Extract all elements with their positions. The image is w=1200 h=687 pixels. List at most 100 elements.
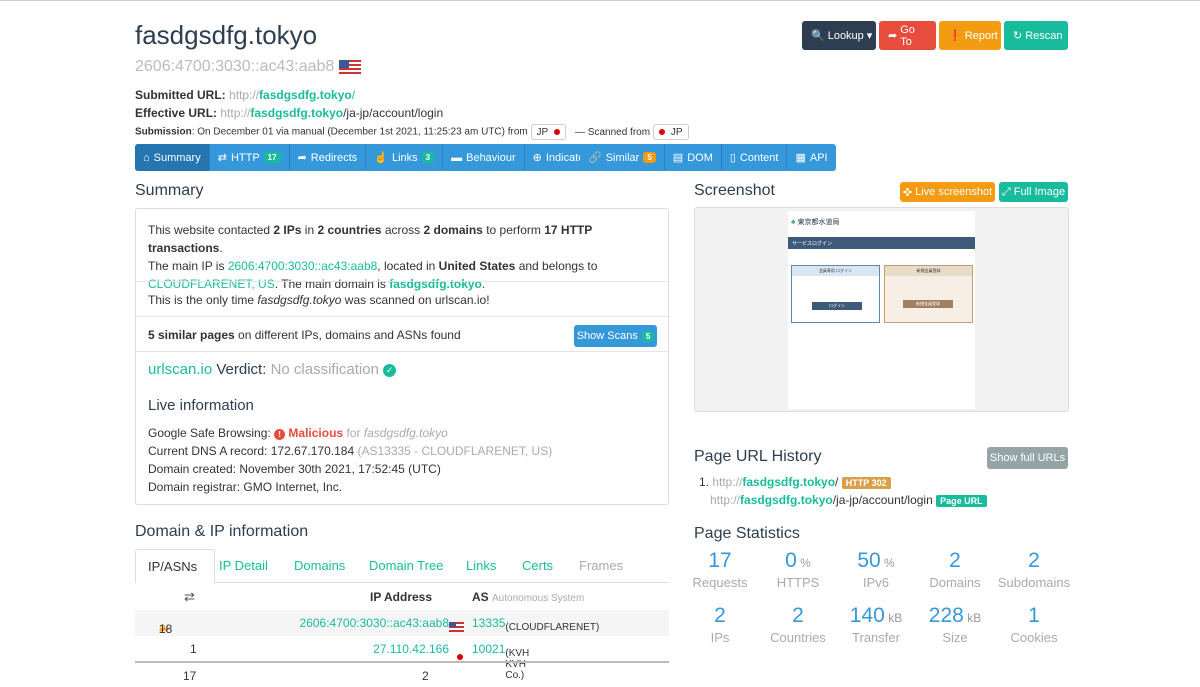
screenshot-title: Screenshot xyxy=(694,182,775,199)
tab-ip-detail[interactable]: IP Detail xyxy=(219,558,268,573)
main-tabs: ⌂ Summary ⇄ HTTP 17 ➦ Redirects ☝ Links 3 ▬ Beh… xyxy=(135,144,602,171)
asn-link[interactable]: CLOUDFLARENET, US xyxy=(148,277,275,291)
col-ip-address: IP Address xyxy=(370,590,433,604)
effective-url: Effective URL: http://fasdgsdfg.tokyo/ja… xyxy=(135,106,444,120)
live-info-title: Live information xyxy=(148,397,254,414)
main-ip: 2606:4700:3030::ac43:aab8 xyxy=(135,58,361,76)
thumbs-up-icon: ☝ xyxy=(374,152,388,164)
refresh-icon: ↻ xyxy=(1013,30,1023,42)
jp-flag-icon xyxy=(554,129,561,135)
main-ip-link[interactable]: 2606:4700:3030::ac43:aab8 xyxy=(228,259,377,273)
tab-redirects[interactable]: ➦ Redirects xyxy=(290,144,367,171)
tab-http[interactable]: ⇄ HTTP 17 xyxy=(210,144,290,171)
exclamation-icon: ❗ xyxy=(948,30,962,42)
table-row: 2 ➦ 18 2606:4700:3030::ac43:aab8 13335 (C… xyxy=(135,610,669,636)
crosshairs-icon: ⊕ xyxy=(532,152,542,164)
scanned-country-chip: JP xyxy=(652,124,689,140)
summary-text: This website contacted 2 IPs in 2 countr… xyxy=(148,223,598,291)
from-country-chip: JP xyxy=(530,124,567,140)
search-icon: 🔍 xyxy=(811,30,825,42)
main-domain-link[interactable]: fasdgsdfg.tokyo xyxy=(389,277,482,291)
live-screenshot-button[interactable]: ✜ Live screenshot xyxy=(900,182,995,202)
exchange-icon: ⇄ xyxy=(184,589,195,604)
goto-button[interactable]: ➦ Go To xyxy=(879,21,936,50)
secondary-tabs: 🔗 Similar 5 ▤ DOM ▯ Content ▦ API xyxy=(580,144,836,171)
file-icon: ▯ xyxy=(729,152,736,164)
share-icon: ➦ xyxy=(297,152,307,164)
as-link[interactable]: 13335 xyxy=(472,616,505,630)
stat-requests: 17 Requests xyxy=(692,549,748,590)
tab-ip-asns[interactable]: IP/ASNs xyxy=(135,549,215,583)
history-title: Page URL History xyxy=(694,448,822,465)
ip-link[interactable]: 2606:4700:3030::ac43:aab8 xyxy=(300,616,449,630)
history-link-1[interactable]: fasdgsdfg.tokyo xyxy=(742,475,835,489)
screenshot-site-title: ♣ 東京都水道局 xyxy=(791,219,840,226)
stat-ipv6: 50 % IPv6 xyxy=(857,549,895,590)
link-icon: 🔗 xyxy=(588,152,602,164)
page-url-badge: Page URL xyxy=(936,495,987,507)
screenshot-image[interactable]: ♣ 東京都水道局 サービスログイン 会員専用 ログイン ログイン 新規会員登録 … xyxy=(694,207,1069,412)
ip-link[interactable]: 27.110.42.166 xyxy=(373,642,449,656)
tab-certs[interactable]: Certs xyxy=(522,558,553,573)
similar-text: 5 similar pages on different IPs, domain… xyxy=(148,328,461,342)
jp-flag-icon xyxy=(456,654,463,660)
crosshairs-icon: ✜ xyxy=(902,186,913,199)
exclamation-circle-icon: ! xyxy=(274,429,286,440)
submission-info: Submission: On December 01 via manual (D… xyxy=(135,124,689,140)
tab-summary[interactable]: ⌂ Summary xyxy=(135,144,210,171)
tab-domain-tree[interactable]: Domain Tree xyxy=(369,558,443,573)
submitted-url: Submitted URL: http://fasdgsdfg.tokyo/ xyxy=(135,88,356,102)
us-flag-icon xyxy=(449,622,464,632)
history-item-2: http://fasdgsdfg.tokyo/ja-jp/account/log… xyxy=(710,493,987,507)
stat-domains: 2 Domains xyxy=(929,549,981,590)
stat-size: 228 kB Size xyxy=(928,604,982,645)
tab-domains[interactable]: Domains xyxy=(294,558,345,573)
stat-countries: 2 Countries xyxy=(770,604,826,645)
screenshot-bar: サービスログイン xyxy=(788,237,975,249)
screenshot-login-box: 会員専用 ログイン ログイン xyxy=(791,265,880,323)
as-link[interactable]: 10021 xyxy=(472,642,505,656)
tab-api[interactable]: ▦ API xyxy=(787,144,835,171)
submitted-url-link[interactable]: fasdgsdfg.tokyo xyxy=(259,88,352,102)
leaf-icon: ♣ xyxy=(791,219,796,226)
summary-panel: This website contacted 2 IPs in 2 countr… xyxy=(135,208,669,505)
report-button[interactable]: ❗ Report xyxy=(939,21,1001,50)
stats-title: Page Statistics xyxy=(694,525,800,542)
show-full-urls-button[interactable]: Show full URLs xyxy=(987,447,1068,469)
tab-frames[interactable]: Frames xyxy=(579,558,623,573)
tab-similar[interactable]: 🔗 Similar 5 xyxy=(580,144,665,171)
screenshot-page: ♣ 東京都水道局 サービスログイン 会員専用 ログイン ログイン 新規会員登録 … xyxy=(788,211,975,409)
stat-https: 0 % HTTPS xyxy=(776,549,820,590)
lookup-button[interactable]: 🔍 Lookup ▾ xyxy=(802,21,876,50)
home-icon: ⌂ xyxy=(143,151,150,164)
tab-links-di[interactable]: Links xyxy=(466,558,496,573)
tab-content[interactable]: ▯ Content xyxy=(722,144,788,171)
tab-behaviour[interactable]: ▬ Behaviour xyxy=(443,144,525,171)
code-icon: ▤ xyxy=(672,152,684,164)
live-info: Google Safe Browsing: ! Malicious for fa… xyxy=(148,426,553,494)
screenshot-register-box: 新規会員登録 新規会員登録 xyxy=(884,265,973,323)
jp-flag-icon xyxy=(658,129,665,135)
table-row: 1 27.110.42.166 10021 (KVH KVH Co.) xyxy=(190,642,530,681)
tab-dom[interactable]: ▤ DOM xyxy=(665,144,722,171)
effective-url-link[interactable]: fasdgsdfg.tokyo xyxy=(250,106,343,120)
share-icon: ➦ xyxy=(888,30,898,42)
stat-ips: 2 IPs xyxy=(710,604,730,645)
tab-links[interactable]: ☝ Links 3 xyxy=(366,144,444,171)
table-total-row: 17 2 xyxy=(183,669,429,683)
stat-subdomains: 2 Subdomains xyxy=(997,549,1071,590)
col-as: AS Autonomous System xyxy=(472,590,585,604)
verdict: urlscan.io Verdict: No classification ✓ xyxy=(148,361,397,378)
domainip-title: Domain & IP information xyxy=(135,523,309,540)
history-link-2[interactable]: fasdgsdfg.tokyo xyxy=(740,493,833,507)
qrcode-icon: ▦ xyxy=(795,152,806,164)
summary-title: Summary xyxy=(135,182,204,199)
exchange-icon: ⇄ xyxy=(217,152,227,164)
us-flag-icon xyxy=(338,59,361,74)
stat-cookies: 1 Cookies xyxy=(1010,604,1058,645)
comment-icon: ▬ xyxy=(451,151,463,164)
rescan-button[interactable]: ↻ Rescan xyxy=(1004,21,1068,50)
full-image-button[interactable]: ⤢ Full Image xyxy=(999,182,1068,202)
only-scan-text: This is the only time fasdgsdfg.tokyo wa… xyxy=(148,293,490,307)
show-scans-button[interactable]: Show Scans 5 xyxy=(574,325,657,347)
